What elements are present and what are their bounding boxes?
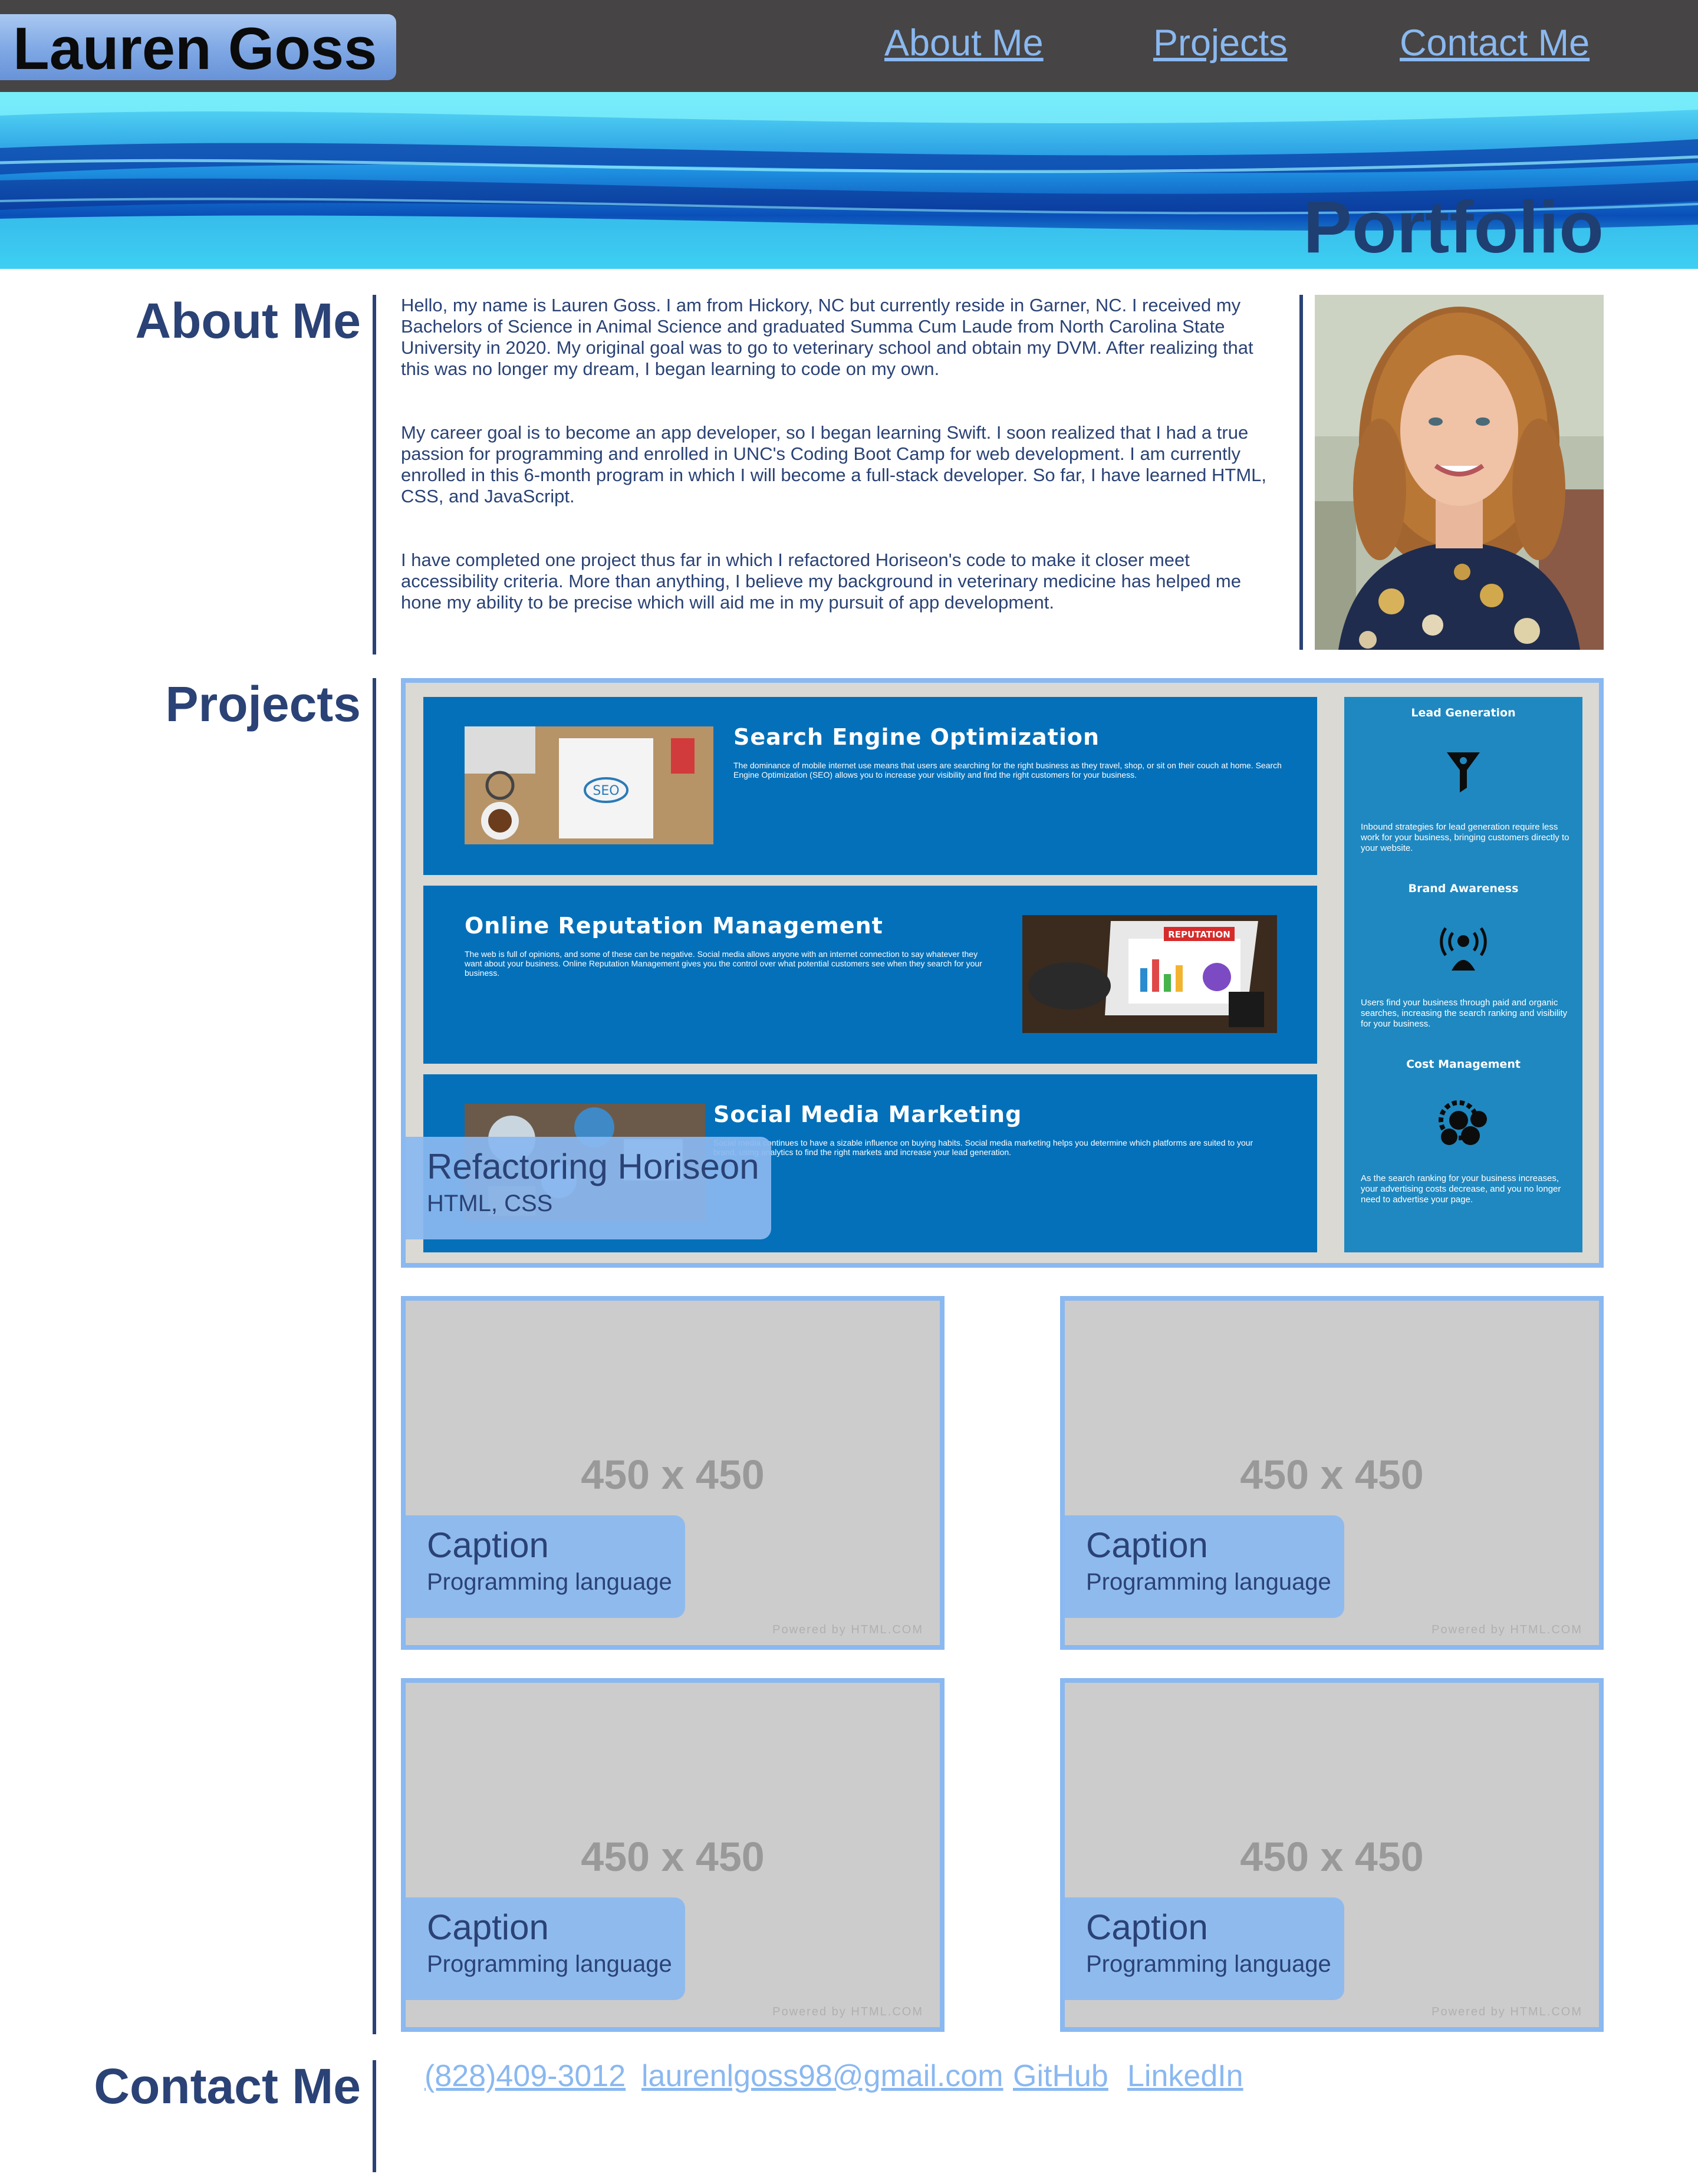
about-paragraph: Hello, my name is Lauren Goss. I am from…: [401, 295, 1253, 379]
contact-divider: [373, 2060, 376, 2172]
hero-title: Portfolio: [1303, 187, 1604, 268]
logo-text: Lauren Goss: [13, 16, 377, 82]
reputation-title: Online Reputation Management: [465, 913, 883, 939]
profile-photo: [1315, 295, 1604, 650]
seo-panel: SEO Search Engine Optimization The domin…: [423, 697, 1317, 875]
reputation-panel: Online Reputation Management The web is …: [423, 886, 1317, 1064]
placeholder-caption: Caption Programming language: [406, 1897, 685, 2000]
caption-title: Caption: [1086, 1907, 1208, 1947]
about-divider-left: [373, 295, 376, 654]
nav-link-contact[interactable]: Contact Me: [1400, 17, 1590, 70]
projects-divider: [373, 678, 376, 2034]
broadcast-icon: [1434, 920, 1493, 973]
email-link[interactable]: laurenlgoss98@gmail.com: [641, 2055, 1003, 2097]
featured-project-card[interactable]: SEO Search Engine Optimization The domin…: [401, 678, 1604, 1268]
featured-caption-subtitle: HTML, CSS: [427, 1190, 553, 1216]
caption-language: Programming language: [1086, 1951, 1331, 1977]
featured-caption: Refactoring Horiseon HTML, CSS: [406, 1137, 771, 1239]
project-placeholder-card[interactable]: 450 x 450 Powered by HTML.COM Caption Pr…: [401, 1296, 945, 1650]
placeholder-caption: Caption Programming language: [406, 1515, 685, 1618]
social-media-title: Social Media Marketing: [713, 1101, 1022, 1127]
site-logo[interactable]: Lauren Goss: [0, 14, 396, 82]
seo-text: The dominance of mobile internet use mea…: [733, 761, 1282, 779]
caption-language: Programming language: [427, 1951, 672, 1977]
funnel-icon: [1446, 746, 1481, 797]
phone-link[interactable]: (828)409-3012: [424, 2055, 626, 2097]
benefits-sidebar: Lead Generation Inbound strategies for l…: [1344, 697, 1582, 1252]
seo-image-label: SEO: [593, 784, 619, 798]
lead-generation-title: Lead Generation: [1411, 706, 1516, 719]
hero-banner: Portfolio: [0, 92, 1698, 269]
cost-management-title: Cost Management: [1406, 1058, 1521, 1071]
caption-title: Caption: [1086, 1525, 1208, 1565]
placeholder-caption: Caption Programming language: [1065, 1515, 1344, 1618]
social-media-text: Social media continues to have a sizable…: [713, 1138, 1253, 1157]
nav-link-projects[interactable]: Projects: [1153, 17, 1288, 70]
projects-heading: Projects: [165, 676, 361, 732]
powered-by-text: Powered by HTML.COM: [772, 1623, 923, 1636]
money-gear-icon: [1432, 1098, 1496, 1152]
github-link[interactable]: GitHub: [1013, 2055, 1108, 2097]
reputation-image: REPUTATION: [1022, 915, 1277, 1033]
powered-by-text: Powered by HTML.COM: [772, 2005, 923, 2018]
brand-awareness-text: Users find your business through paid an…: [1361, 998, 1568, 1029]
project-placeholder-card[interactable]: 450 x 450 Powered by HTML.COM Caption Pr…: [1060, 1678, 1604, 2032]
caption-title: Caption: [427, 1907, 549, 1947]
caption-language: Programming language: [427, 1569, 672, 1595]
linkedin-link[interactable]: LinkedIn: [1127, 2055, 1243, 2097]
lead-generation-text: Inbound strategies for lead generation r…: [1361, 822, 1569, 853]
featured-caption-title: Refactoring Horiseon: [427, 1147, 759, 1186]
placeholder-size-text: 450 x 450: [1240, 1452, 1424, 1498]
about-paragraph: My career goal is to become an app devel…: [401, 422, 1267, 506]
reputation-image-label: REPUTATION: [1168, 929, 1230, 940]
about-paragraph: I have completed one project thus far in…: [401, 550, 1241, 613]
placeholder-size-text: 450 x 450: [581, 1834, 765, 1880]
site-header: Lauren Goss About Me Projects Contact Me: [0, 0, 1698, 92]
about-divider-right: [1299, 295, 1303, 650]
placeholder-size-text: 450 x 450: [1240, 1834, 1424, 1880]
powered-by-text: Powered by HTML.COM: [1432, 2005, 1582, 2018]
placeholder-size-text: 450 x 450: [581, 1452, 765, 1498]
brand-awareness-title: Brand Awareness: [1408, 882, 1519, 895]
project-placeholder-card[interactable]: 450 x 450 Powered by HTML.COM Caption Pr…: [401, 1678, 945, 2032]
seo-title: Search Engine Optimization: [733, 724, 1100, 750]
nav-link-about[interactable]: About Me: [884, 17, 1044, 70]
caption-language: Programming language: [1086, 1569, 1331, 1595]
powered-by-text: Powered by HTML.COM: [1432, 1623, 1582, 1636]
placeholder-caption: Caption Programming language: [1065, 1897, 1344, 2000]
caption-title: Caption: [427, 1525, 549, 1565]
contact-heading: Contact Me: [94, 2058, 361, 2114]
reputation-text: The web is full of opinions, and some of…: [465, 949, 982, 978]
about-heading: About Me: [135, 293, 361, 348]
about-text: Hello, my name is Lauren Goss. I am from…: [401, 295, 1276, 656]
seo-image: SEO: [465, 726, 713, 844]
project-placeholder-card[interactable]: 450 x 450 Powered by HTML.COM Caption Pr…: [1060, 1296, 1604, 1650]
cost-management-text: As the search ranking for your business …: [1361, 1173, 1561, 1205]
